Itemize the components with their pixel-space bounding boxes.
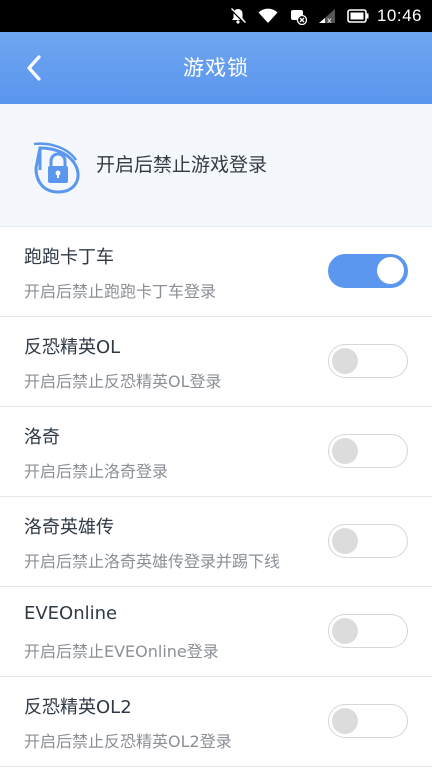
list-item: 洛奇开启后禁止洛奇登录 — [0, 407, 432, 497]
list-item: EVEOnline 开启后禁止EVEOnline登录 — [0, 587, 432, 677]
toggle-knob — [332, 708, 358, 734]
game-description: 开启后禁止洛奇登录 — [24, 462, 169, 481]
game-lock-list: 跑跑卡丁车 开启后禁止跑跑卡丁车登录 反恐精英OL 开启后禁止反恐精英OL登录 洛奇 开启… — [0, 227, 432, 767]
game-name: 反恐精英OL — [24, 337, 121, 358]
lock-toggle[interactable] — [328, 344, 408, 378]
banner-text: 开启后禁止游戏登录 — [96, 154, 268, 176]
vpn-blocked-icon — [289, 7, 307, 25]
toggle-knob — [332, 438, 358, 464]
list-item: 反恐精英OL 开启后禁止反恐精英OL登录 — [0, 317, 432, 407]
svg-text:x: x — [327, 16, 332, 24]
toggle-knob — [332, 528, 358, 554]
lock-toggle[interactable] — [328, 524, 408, 558]
status-bar: x 10:46 — [0, 0, 432, 32]
game-description: 开启后禁止洛奇英雄传登录并踢下线 — [24, 552, 281, 571]
game-name: 反恐精英OL2 — [24, 697, 132, 718]
battery-icon — [347, 9, 369, 23]
lock-toggle[interactable] — [328, 614, 408, 648]
toggle-knob — [332, 618, 358, 644]
game-description: 开启后禁止反恐精英OL登录 — [24, 372, 222, 391]
toggle-knob — [332, 348, 358, 374]
page-title: 游戏锁 — [183, 56, 249, 80]
list-item: 反恐精英OL2 开启后禁止反恐精英OL2登录 — [0, 677, 432, 767]
game-description: 开启后禁止EVEOnline登录 — [24, 642, 219, 661]
game-description: 开启后禁止反恐精英OL2登录 — [24, 732, 232, 751]
clock: 10:46 — [376, 6, 422, 25]
list-item: 跑跑卡丁车开启后禁止跑跑卡丁车登录 — [0, 227, 432, 317]
signal-icon: x — [318, 8, 336, 24]
lock-toggle[interactable] — [328, 434, 408, 468]
toggle-knob — [377, 257, 404, 284]
lock-toggle[interactable] — [328, 704, 408, 738]
game-name: EVEOnline — [24, 603, 118, 624]
app-header: 游戏锁 — [0, 32, 432, 104]
game-name: 跑跑卡丁车 — [24, 247, 114, 268]
lock-shield-icon — [33, 142, 80, 194]
lock-toggle[interactable] — [328, 254, 408, 288]
notifications-off-icon — [229, 7, 247, 25]
wifi-icon — [258, 8, 278, 24]
info-banner: 开启后禁止游戏登录 — [0, 104, 432, 227]
game-name: 洛奇 — [24, 427, 60, 448]
list-item: 洛奇英雄传开启后禁止洛奇英雄传登录并踢下线 — [0, 497, 432, 587]
game-description: 开启后禁止跑跑卡丁车登录 — [24, 282, 217, 301]
game-name: 洛奇英雄传 — [24, 517, 114, 538]
